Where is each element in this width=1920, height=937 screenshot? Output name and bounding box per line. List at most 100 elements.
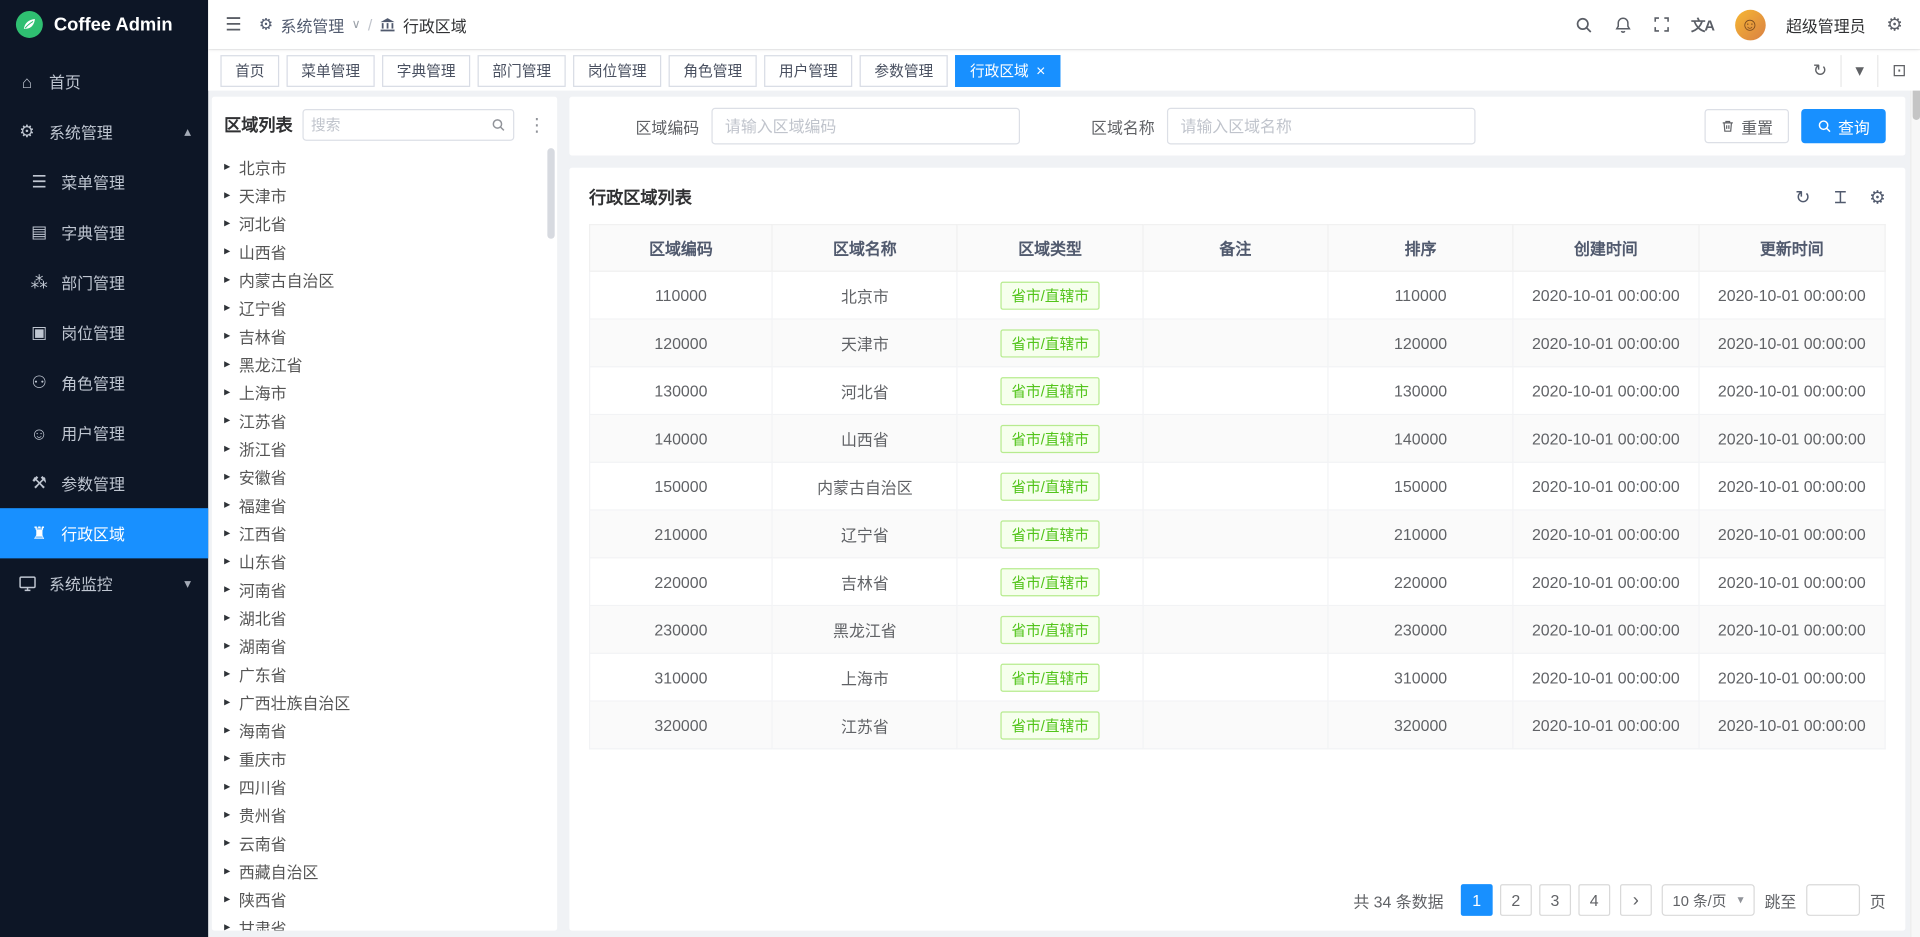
table-row[interactable]: 320000 江苏省 省市/直辖市 320000 2020-10-01 00:0… [590, 701, 1886, 749]
sidebar-item-monitor[interactable]: 系统监控 ▾ [0, 558, 208, 608]
caret-right-icon[interactable]: ▸ [224, 414, 230, 426]
table-row[interactable]: 210000 辽宁省 省市/直辖市 210000 2020-10-01 00:0… [590, 510, 1886, 558]
tab[interactable]: 角色管理 × [669, 54, 757, 86]
caret-right-icon[interactable]: ▸ [224, 809, 230, 821]
user-name[interactable]: 超级管理员 [1786, 13, 1866, 36]
page-number-button[interactable]: 3 [1539, 884, 1571, 916]
tree-item[interactable]: ▸ 贵州省 [212, 801, 557, 829]
tree-search-input[interactable] [311, 116, 486, 133]
caret-right-icon[interactable]: ▸ [224, 217, 230, 229]
tree-item[interactable]: ▸ 安徽省 [212, 463, 557, 491]
reset-button[interactable]: 重置 [1704, 109, 1789, 143]
page-size-select[interactable]: 10 条/页 ▾ [1662, 884, 1755, 916]
tab[interactable]: 首页 × [220, 54, 279, 86]
caret-right-icon[interactable]: ▸ [224, 583, 230, 595]
tab[interactable]: 菜单管理 × [287, 54, 375, 86]
tabs-menu-chevron-icon[interactable]: ▾ [1841, 54, 1878, 86]
sidebar-item-home[interactable]: ⌂ 首页 [0, 56, 208, 106]
tree-item[interactable]: ▸ 黑龙江省 [212, 350, 557, 378]
region-code-input[interactable] [711, 108, 1020, 145]
page-number-button[interactable]: 2 [1500, 884, 1532, 916]
chevron-down-icon[interactable]: ∨ [352, 18, 361, 31]
column-settings-icon[interactable]: ⚙ [1869, 186, 1885, 208]
sidebar-subitem[interactable]: ☺ 用户管理 [0, 408, 208, 458]
table-row[interactable]: 130000 河北省 省市/直辖市 130000 2020-10-01 00:0… [590, 367, 1886, 415]
translate-icon[interactable]: 文A [1691, 14, 1714, 35]
caret-right-icon[interactable]: ▸ [224, 527, 230, 539]
caret-right-icon[interactable]: ▸ [224, 752, 230, 764]
sidebar-subitem[interactable]: ▤ 字典管理 [0, 207, 208, 257]
tree-item[interactable]: ▸ 云南省 [212, 829, 557, 857]
tree-item[interactable]: ▸ 天津市 [212, 181, 557, 209]
table-row[interactable]: 230000 黑龙江省 省市/直辖市 230000 2020-10-01 00:… [590, 606, 1886, 654]
tree-item[interactable]: ▸ 海南省 [212, 716, 557, 744]
avatar[interactable]: ☺ [1735, 9, 1766, 40]
tree-item[interactable]: ▸ 浙江省 [212, 435, 557, 463]
tree-item[interactable]: ▸ 重庆市 [212, 744, 557, 772]
tree-item[interactable]: ▸ 河北省 [212, 209, 557, 237]
page-number-button[interactable]: 4 [1578, 884, 1610, 916]
tree-item[interactable]: ▸ 西藏自治区 [212, 857, 557, 885]
caret-right-icon[interactable]: ▸ [224, 865, 230, 877]
caret-right-icon[interactable]: ▸ [224, 358, 230, 370]
tree-item[interactable]: ▸ 福建省 [212, 491, 557, 519]
refresh-tabs-icon[interactable]: ↻ [1799, 54, 1840, 86]
table-row[interactable]: 110000 北京市 省市/直辖市 110000 2020-10-01 00:0… [590, 271, 1886, 319]
more-options-icon[interactable]: ⋮ [524, 114, 550, 136]
layout-toggle-icon[interactable]: ⊡ [1877, 54, 1920, 86]
tree-item[interactable]: ▸ 北京市 [212, 153, 557, 181]
caret-right-icon[interactable]: ▸ [224, 781, 230, 793]
tree-item[interactable]: ▸ 湖北省 [212, 604, 557, 632]
caret-right-icon[interactable]: ▸ [224, 640, 230, 652]
table-row[interactable]: 140000 山西省 省市/直辖市 140000 2020-10-01 00:0… [590, 414, 1886, 462]
sidebar-subitem[interactable]: ⚒ 参数管理 [0, 458, 208, 508]
sidebar-subitem[interactable]: ▣ 岗位管理 [0, 307, 208, 357]
caret-right-icon[interactable]: ▸ [224, 668, 230, 680]
tree-item[interactable]: ▸ 上海市 [212, 378, 557, 406]
tab[interactable]: 字典管理 × [382, 54, 470, 86]
region-name-input[interactable] [1167, 108, 1476, 145]
caret-right-icon[interactable]: ▸ [224, 471, 230, 483]
table-row[interactable]: 120000 天津市 省市/直辖市 120000 2020-10-01 00:0… [590, 319, 1886, 367]
caret-right-icon[interactable]: ▸ [224, 302, 230, 314]
caret-right-icon[interactable]: ▸ [224, 274, 230, 286]
caret-right-icon[interactable]: ▸ [224, 696, 230, 708]
tree-item[interactable]: ▸ 山东省 [212, 547, 557, 575]
tree-item[interactable]: ▸ 陕西省 [212, 885, 557, 913]
table-row[interactable]: 220000 吉林省 省市/直辖市 220000 2020-10-01 00:0… [590, 558, 1886, 606]
tab[interactable]: 用户管理 × [764, 54, 852, 86]
tree-item[interactable]: ▸ 山西省 [212, 238, 557, 266]
sidebar-subitem[interactable]: ☰ 菜单管理 [0, 157, 208, 207]
bell-icon[interactable] [1614, 15, 1632, 33]
app-logo[interactable]: Coffee Admin [0, 0, 208, 49]
tree-item[interactable]: ▸ 湖南省 [212, 632, 557, 660]
caret-right-icon[interactable]: ▸ [224, 386, 230, 398]
caret-right-icon[interactable]: ▸ [224, 724, 230, 736]
caret-right-icon[interactable]: ▸ [224, 189, 230, 201]
sidebar-subitem[interactable]: ⚇ 角色管理 [0, 358, 208, 408]
table-row[interactable]: 150000 内蒙古自治区 省市/直辖市 150000 2020-10-01 0… [590, 462, 1886, 510]
tree-item[interactable]: ▸ 江苏省 [212, 407, 557, 435]
next-page-button[interactable]: › [1620, 884, 1652, 916]
tab[interactable]: 行政区域 × [955, 54, 1060, 86]
search-icon[interactable] [491, 118, 506, 133]
sidebar-subitem[interactable]: ⁂ 部门管理 [0, 257, 208, 307]
table-row[interactable]: 310000 上海市 省市/直辖市 310000 2020-10-01 00:0… [590, 653, 1886, 701]
breadcrumb-section[interactable]: 系统管理 [281, 13, 345, 36]
sidebar-item-system[interactable]: ⚙ 系统管理 ▴ [0, 107, 208, 157]
caret-right-icon[interactable]: ▸ [224, 921, 230, 930]
caret-right-icon[interactable]: ▸ [224, 246, 230, 258]
tab[interactable]: 部门管理 × [478, 54, 566, 86]
tree-item[interactable]: ▸ 四川省 [212, 773, 557, 801]
caret-right-icon[interactable]: ▸ [224, 330, 230, 342]
search-button[interactable]: 查询 [1801, 109, 1886, 143]
page-number-button[interactable]: 1 [1461, 884, 1493, 916]
search-icon[interactable] [1575, 15, 1593, 33]
caret-right-icon[interactable]: ▸ [224, 893, 230, 905]
caret-right-icon[interactable]: ▸ [224, 499, 230, 511]
tree-item[interactable]: ▸ 辽宁省 [212, 294, 557, 322]
sidebar-subitem[interactable]: ♜ 行政区域 [0, 508, 208, 558]
tree-item[interactable]: ▸ 吉林省 [212, 322, 557, 350]
caret-right-icon[interactable]: ▸ [224, 443, 230, 455]
caret-right-icon[interactable]: ▸ [224, 837, 230, 849]
